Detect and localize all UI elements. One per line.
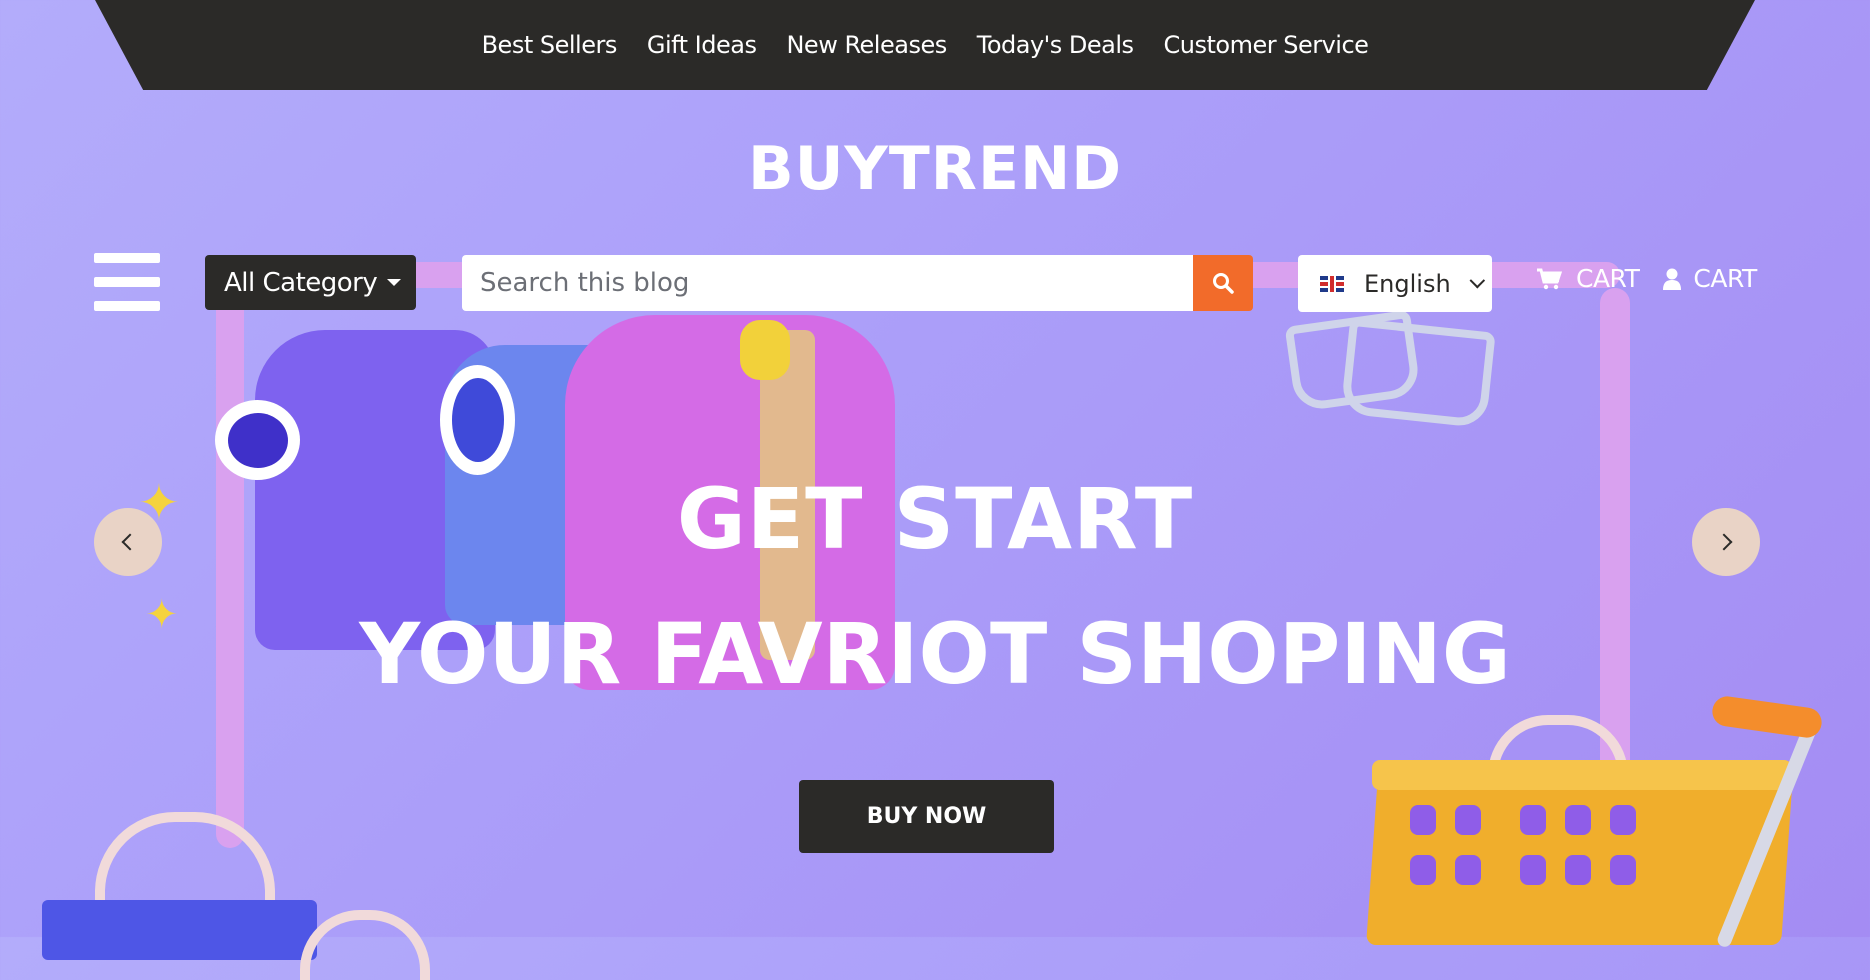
basket-hole-illustration (1565, 855, 1591, 885)
nav-gift-ideas[interactable]: Gift Ideas (647, 31, 757, 59)
jacket-hood-illustration (740, 320, 790, 380)
basket-rim-illustration (1372, 760, 1792, 790)
basket-hole-illustration (1520, 805, 1546, 835)
clothes-rack-left-pole (216, 288, 244, 848)
basket-hole-illustration (1520, 855, 1546, 885)
account-label: CART (1693, 264, 1757, 293)
category-label: All Category (224, 267, 378, 298)
language-selector[interactable]: English (1298, 255, 1492, 312)
basket-hole-illustration (1610, 855, 1636, 885)
basket-hole-illustration (1410, 805, 1436, 835)
header-actions: CART CART (1536, 264, 1757, 293)
search-button[interactable] (1193, 255, 1253, 311)
nav-best-sellers[interactable]: Best Sellers (482, 31, 618, 59)
basket-hole-illustration (1565, 805, 1591, 835)
nav-new-releases[interactable]: New Releases (786, 31, 947, 59)
nav-customer-service[interactable]: Customer Service (1164, 31, 1369, 59)
account-link[interactable]: CART (1663, 264, 1757, 293)
search-input[interactable] (462, 255, 1193, 311)
hanger-illustration (1340, 317, 1496, 429)
bag-handle-illustration (300, 910, 430, 980)
hero-heading-line1: GET START (676, 470, 1194, 568)
nav-todays-deals[interactable]: Today's Deals (977, 31, 1134, 59)
buy-now-button[interactable]: BUY NOW (799, 780, 1054, 853)
caret-down-icon (387, 279, 402, 286)
user-icon (1663, 268, 1682, 290)
cart-link[interactable]: CART (1536, 264, 1640, 293)
shopping-bag-illustration (42, 900, 317, 960)
language-label: English (1364, 269, 1451, 298)
cart-label: CART (1576, 264, 1640, 293)
brand-logo[interactable]: BUYTREND (0, 134, 1870, 204)
uk-flag-icon (1320, 275, 1344, 292)
menu-line (94, 301, 160, 311)
top-navigation: Best Sellers Gift Ideas New Releases Tod… (95, 0, 1755, 90)
menu-line (94, 277, 160, 287)
basket-hole-illustration (1455, 855, 1481, 885)
hamburger-menu-icon[interactable] (94, 253, 160, 311)
basket-hole-illustration (1455, 805, 1481, 835)
search-icon (1213, 273, 1234, 294)
shirt-sleeve-illustration (228, 413, 288, 468)
menu-line (94, 253, 160, 263)
chevron-down-icon (1469, 272, 1485, 289)
shopping-cart-icon (1537, 268, 1562, 289)
basket-hole-illustration (1410, 855, 1436, 885)
basket-hole-illustration (1610, 805, 1636, 835)
all-category-dropdown[interactable]: All Category (205, 255, 416, 310)
hero-heading-line2: YOUR FAVRIOT SHOPING (359, 605, 1511, 703)
shirt-sleeve-illustration (452, 378, 504, 462)
